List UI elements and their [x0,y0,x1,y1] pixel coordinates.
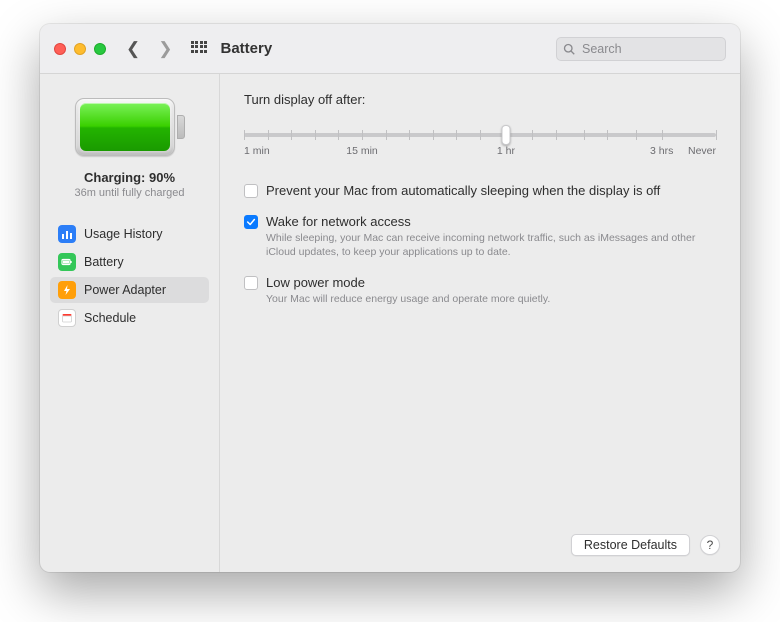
titlebar: ❮ ❯ Battery [40,24,740,74]
battery-illustration [75,98,185,156]
search-field[interactable] [556,37,726,61]
display-off-slider-label: Turn display off after: [244,92,716,107]
main-content: Turn display off after: [220,74,740,572]
sidebar-section-list: Usage History Battery Power Adapter [40,221,219,333]
back-button[interactable]: ❮ [126,40,140,57]
zoom-window-button[interactable] [94,43,106,55]
window-controls [54,43,106,55]
charge-status-label: Charging: 90% [84,170,175,185]
restore-defaults-button[interactable]: Restore Defaults [571,534,690,556]
option-description: Your Mac will reduce energy usage and op… [266,292,550,306]
checkbox-low-power-mode[interactable] [244,276,258,290]
slider-tick-label: 1 hr [497,145,515,157]
footer-actions: Restore Defaults ? [571,534,720,556]
schedule-icon [58,309,76,327]
sidebar-item-label: Usage History [84,227,163,241]
option-label: Low power mode [266,275,550,290]
search-icon [563,43,575,55]
display-off-slider[interactable]: 1 min 15 min 1 hr 3 hrs Never [244,125,716,165]
slider-tick-label: 15 min [346,145,378,157]
sidebar-item-battery[interactable]: Battery [50,249,209,275]
checkmark-icon [246,217,256,227]
option-label: Prevent your Mac from automatically slee… [266,183,660,198]
help-button[interactable]: ? [700,535,720,555]
checkbox-prevent-sleep[interactable] [244,184,258,198]
show-all-icon[interactable] [191,41,207,57]
option-description: While sleeping, your Mac can receive inc… [266,231,696,259]
sidebar-item-label: Schedule [84,311,136,325]
preferences-window: ❮ ❯ Battery Charging: 90% 36m until full… [40,24,740,572]
forward-button[interactable]: ❯ [158,40,172,57]
slider-tick-label: Never [688,145,716,157]
battery-icon [58,253,76,271]
option-wake-for-network: Wake for network access While sleeping, … [244,214,716,259]
sidebar-item-power-adapter[interactable]: Power Adapter [50,277,209,303]
slider-thumb[interactable] [501,125,510,145]
slider-tick-label: 3 hrs [650,145,673,157]
slider-tick-label: 1 min [244,145,270,157]
search-input[interactable] [580,41,719,57]
sidebar: Charging: 90% 36m until fully charged Us… [40,74,220,572]
navigation-arrows: ❮ ❯ [126,40,173,57]
sidebar-item-schedule[interactable]: Schedule [50,305,209,331]
checkbox-wake-for-network[interactable] [244,215,258,229]
minimize-window-button[interactable] [74,43,86,55]
close-window-button[interactable] [54,43,66,55]
sidebar-item-label: Power Adapter [84,283,166,297]
window-title: Battery [221,40,273,57]
charge-time-label: 36m until fully charged [74,187,184,199]
option-prevent-sleep: Prevent your Mac from automatically slee… [244,183,716,198]
usage-history-icon [58,225,76,243]
option-low-power-mode: Low power mode Your Mac will reduce ener… [244,275,716,306]
option-label: Wake for network access [266,214,696,229]
power-adapter-icon [58,281,76,299]
sidebar-item-label: Battery [84,255,124,269]
sidebar-item-usage-history[interactable]: Usage History [50,221,209,247]
